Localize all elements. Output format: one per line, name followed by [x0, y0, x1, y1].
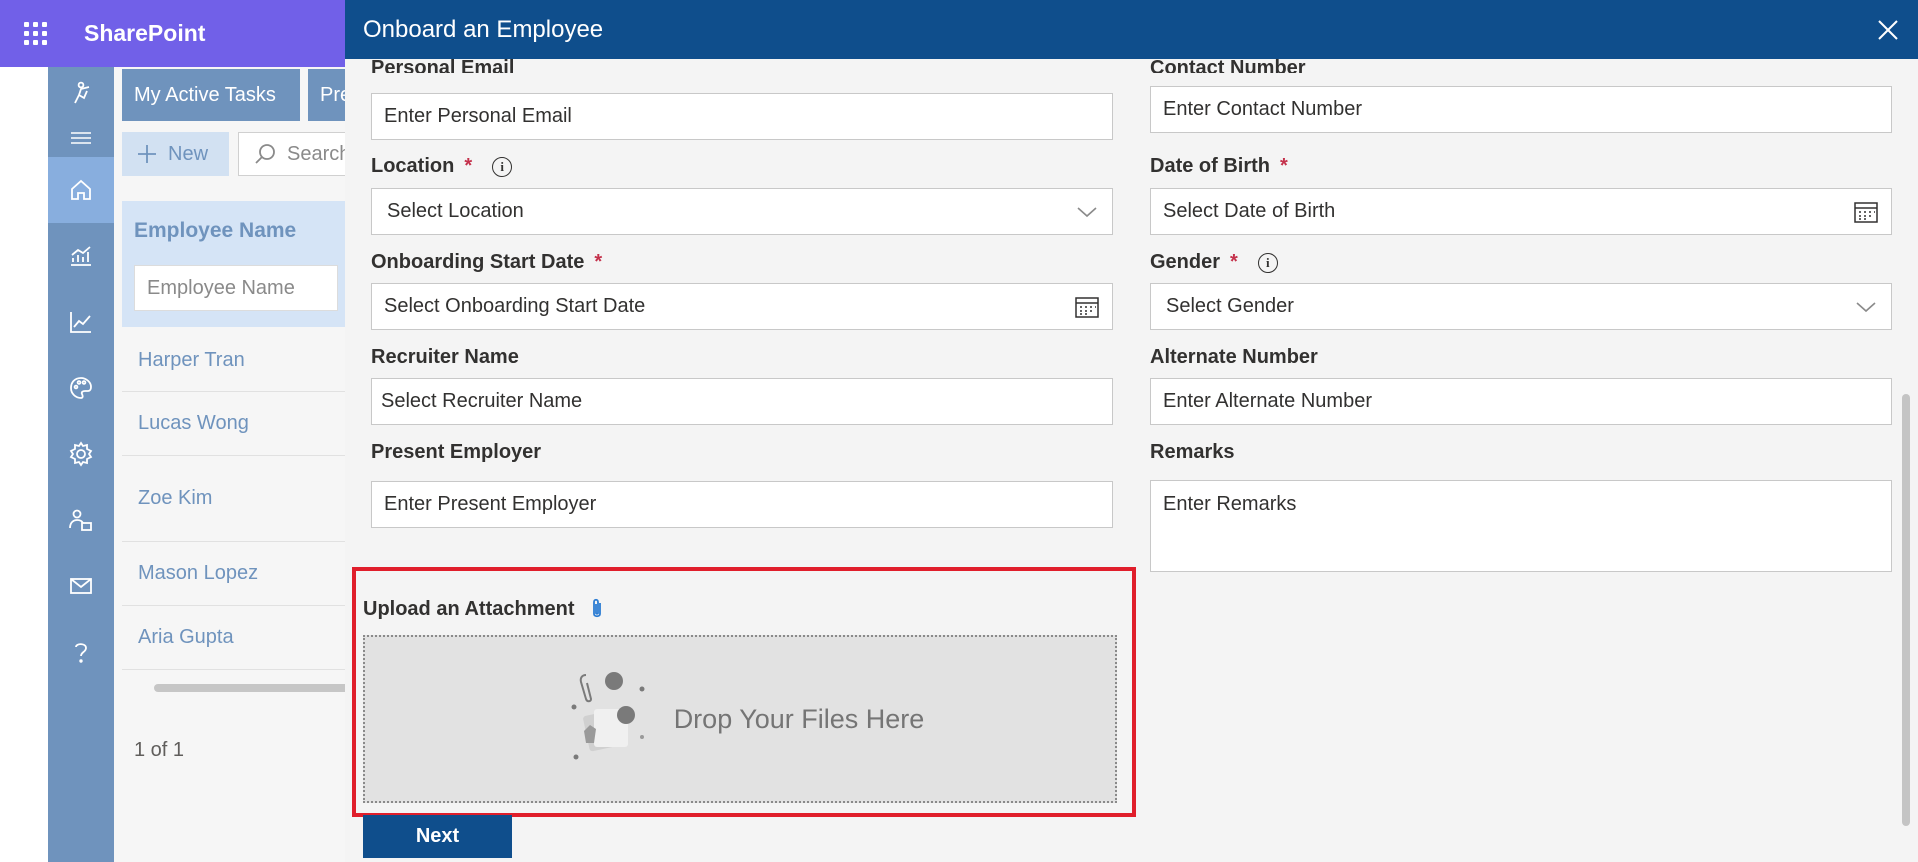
people-settings-icon[interactable]: [48, 487, 114, 553]
date-of-birth-label: Date of Birth *: [1150, 155, 1288, 177]
close-button[interactable]: [1870, 12, 1906, 48]
calendar-icon: [1075, 297, 1099, 318]
add-icon: [138, 145, 156, 163]
help-icon[interactable]: [48, 619, 114, 685]
drop-text: Drop Your Files Here: [673, 703, 925, 734]
palette-icon[interactable]: [48, 355, 114, 421]
new-button[interactable]: New: [122, 132, 229, 176]
panel-title: Onboard an Employee: [363, 15, 604, 43]
file-dropzone[interactable]: Drop Your Files Here: [363, 635, 1117, 803]
column-filter-input[interactable]: Employee Name: [134, 265, 338, 311]
alternate-number-label: Alternate Number: [1150, 346, 1318, 368]
location-dropdown[interactable]: Select Location: [371, 188, 1113, 235]
list-item[interactable]: Mason Lopez: [122, 542, 382, 606]
contact-number-label: Contact Number: [1150, 57, 1306, 73]
recruiter-name-label: Recruiter Name: [371, 346, 519, 368]
panel-header: Onboard an Employee: [345, 0, 1918, 59]
home-icon[interactable]: [48, 157, 114, 223]
location-label: Location * i: [371, 155, 513, 178]
present-employer-field[interactable]: Enter Present Employer: [371, 481, 1113, 528]
upload-illustration-icon: [571, 672, 645, 760]
onboarding-start-date-picker[interactable]: Select Onboarding Start Date: [371, 283, 1113, 330]
horizontal-scrollbar[interactable]: [154, 684, 354, 692]
recruiter-name-dropdown[interactable]: Select Recruiter Name: [371, 378, 1113, 425]
info-icon[interactable]: i: [492, 156, 513, 177]
employee-list-view: My Active Tasks Pre New Search Employee …: [114, 67, 398, 862]
gender-label: Gender * i: [1150, 251, 1278, 274]
next-button[interactable]: Next: [363, 815, 512, 858]
mail-icon[interactable]: [48, 553, 114, 619]
upload-label: Upload an Attachment: [363, 597, 605, 621]
vertical-scrollbar[interactable]: [1902, 394, 1910, 826]
list-item[interactable]: Zoe Kim: [122, 456, 382, 542]
chart-line-icon[interactable]: [48, 289, 114, 355]
close-icon: [1878, 20, 1898, 40]
list-item[interactable]: Aria Gupta: [122, 606, 382, 670]
paperclip-icon[interactable]: [589, 597, 605, 621]
remarks-textarea[interactable]: Enter Remarks: [1150, 480, 1892, 572]
contact-number-field[interactable]: Enter Contact Number: [1150, 86, 1892, 133]
calendar-icon: [1854, 202, 1878, 223]
personal-email-field[interactable]: Enter Personal Email: [371, 93, 1113, 140]
list-item[interactable]: Harper Tran: [122, 329, 382, 392]
required-marker: *: [464, 155, 473, 177]
chevron-down-icon: [1077, 207, 1097, 218]
hamburger-icon[interactable]: [48, 119, 114, 157]
rail-logo-icon[interactable]: [48, 67, 114, 119]
alternate-number-field[interactable]: Enter Alternate Number: [1150, 378, 1892, 425]
column-header: Employee Name Employee Name: [122, 201, 382, 327]
required-marker: *: [594, 251, 603, 273]
required-marker: *: [1230, 251, 1238, 273]
column-title[interactable]: Employee Name: [134, 219, 296, 243]
date-of-birth-picker[interactable]: Select Date of Birth: [1150, 188, 1892, 235]
present-employer-label: Present Employer: [371, 441, 542, 463]
required-marker: *: [1280, 155, 1288, 177]
personal-email-label: Personal Email: [371, 57, 515, 73]
new-button-label: New: [168, 142, 209, 165]
app-title[interactable]: SharePoint: [84, 20, 205, 47]
tab-my-active-tasks[interactable]: My Active Tasks: [122, 69, 300, 121]
pager: 1 of 1: [134, 739, 185, 761]
list-item[interactable]: Lucas Wong: [122, 392, 382, 456]
onboarding-start-date-label: Onboarding Start Date *: [371, 251, 603, 273]
search-placeholder: Search: [287, 142, 351, 165]
analytics-icon[interactable]: [48, 223, 114, 289]
info-icon[interactable]: i: [1257, 252, 1278, 273]
left-rail: [48, 67, 114, 862]
search-icon: [255, 144, 275, 164]
gender-dropdown[interactable]: Select Gender: [1150, 283, 1892, 330]
remarks-label: Remarks: [1150, 441, 1235, 463]
settings-icon[interactable]: [48, 421, 114, 487]
chevron-down-icon: [1856, 302, 1876, 313]
waffle-icon[interactable]: [0, 0, 70, 67]
